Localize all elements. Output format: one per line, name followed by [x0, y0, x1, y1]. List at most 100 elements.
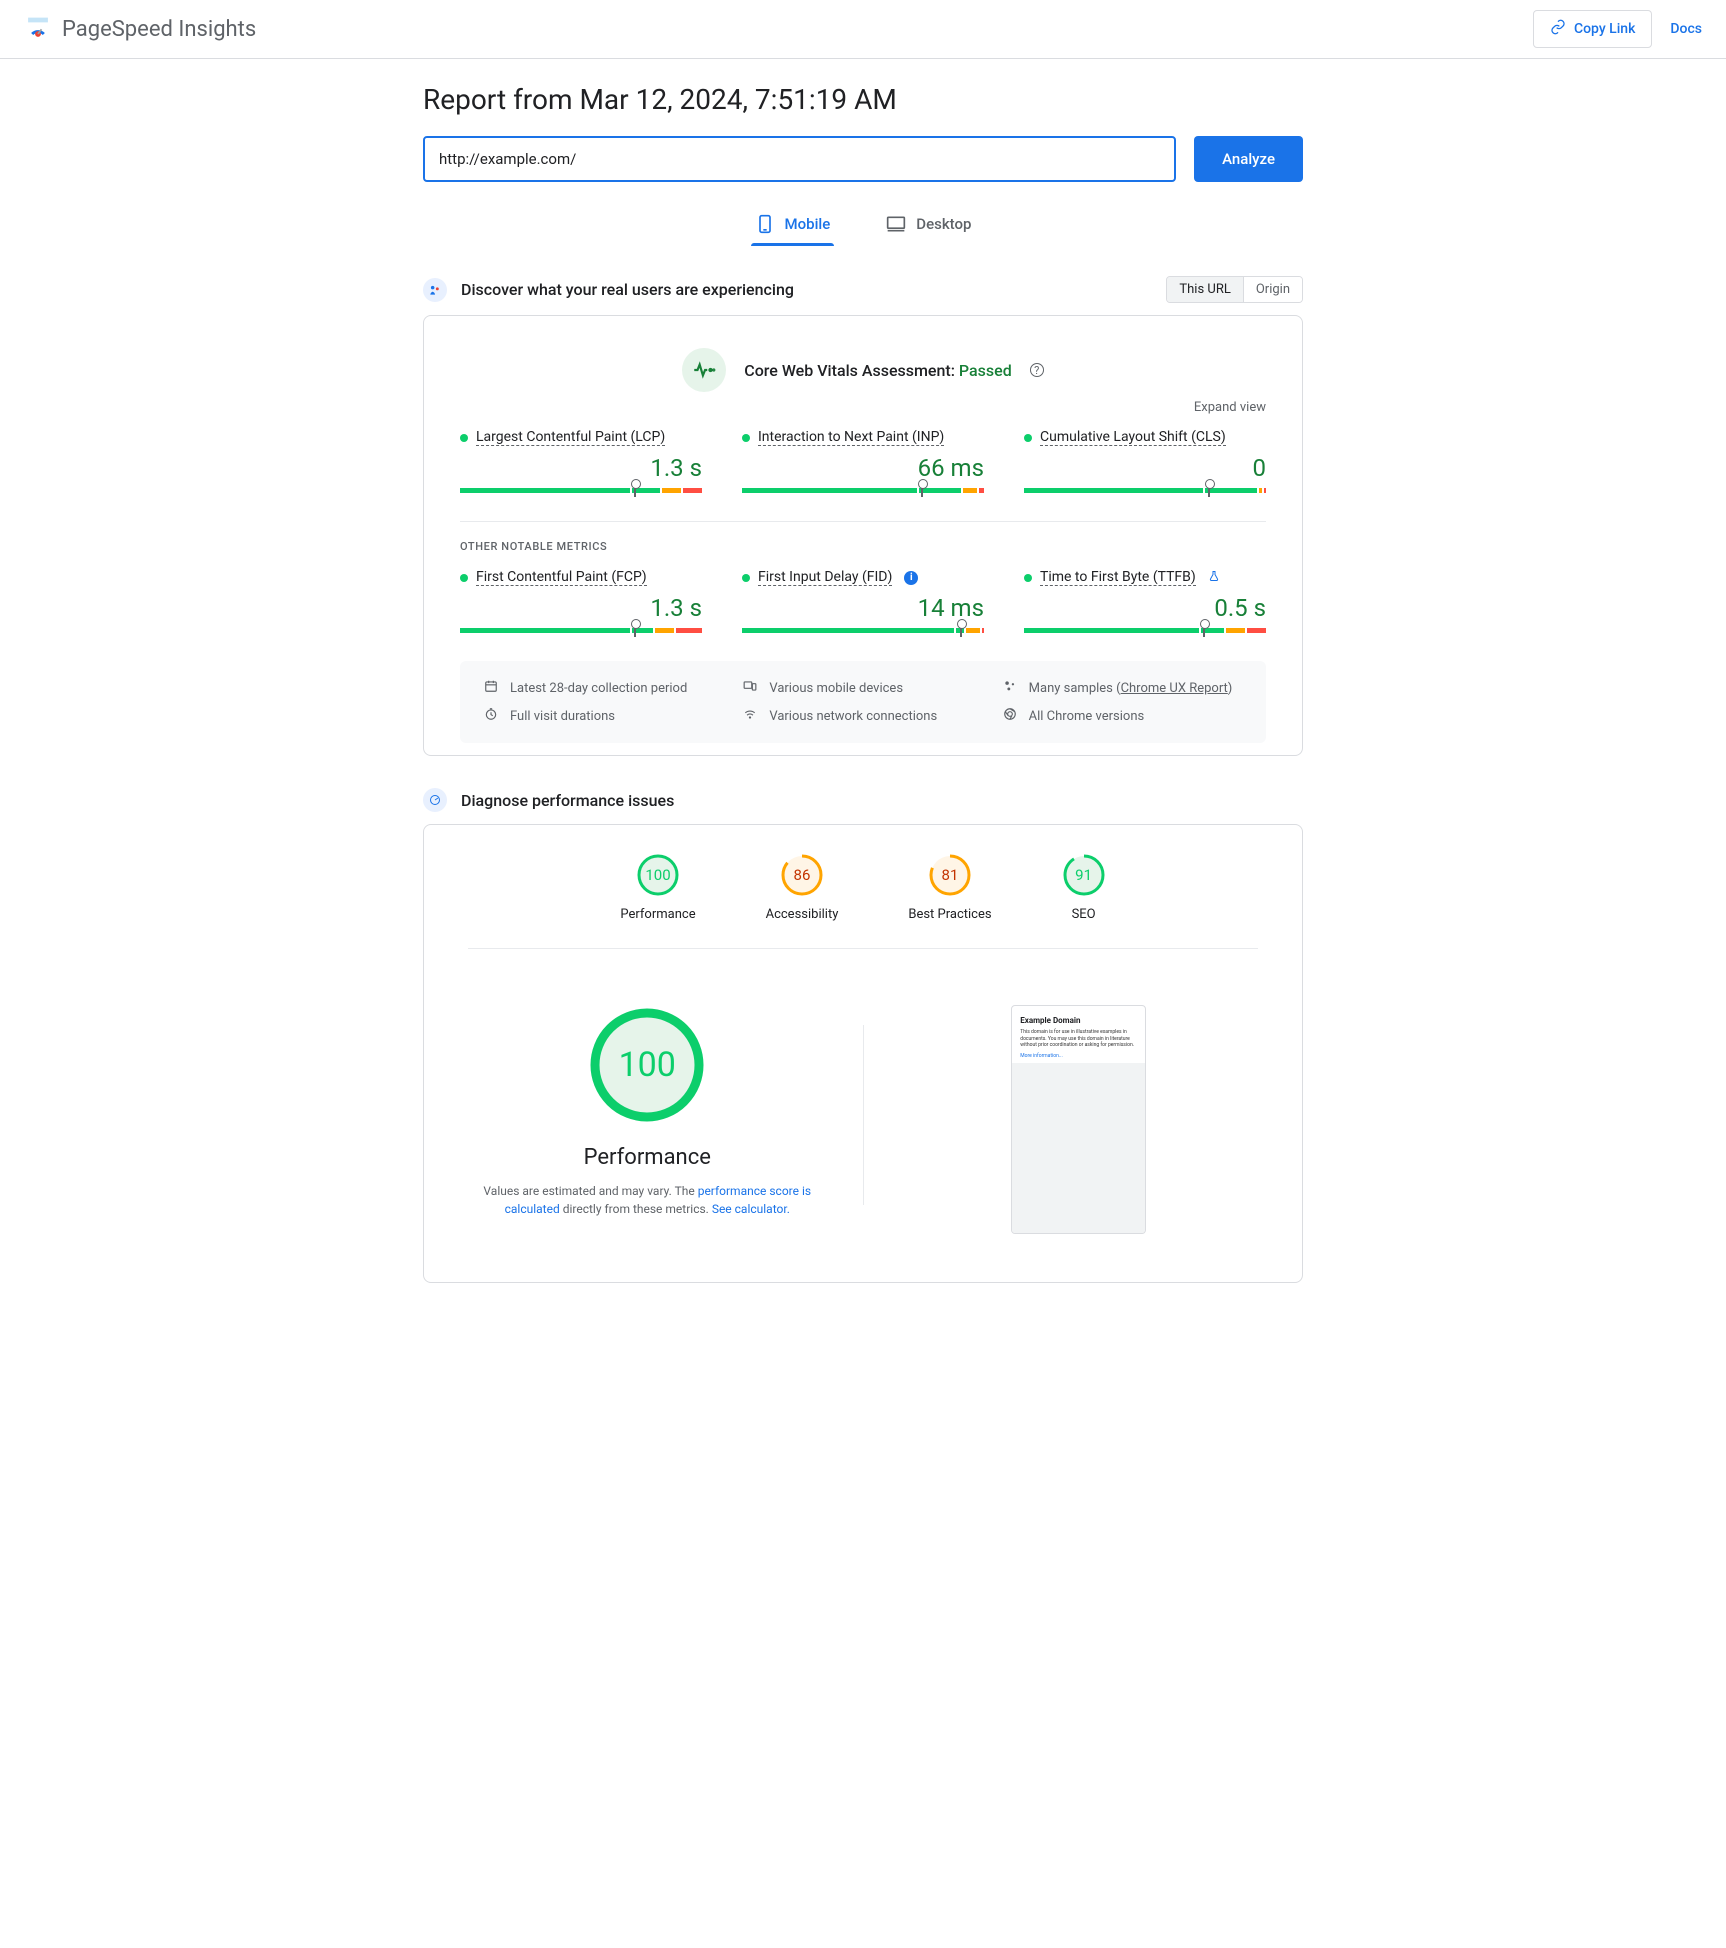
expand-view-link[interactable]: Expand view: [460, 400, 1266, 415]
page-preview: Example Domain This domain is for use in…: [1011, 1005, 1146, 1234]
metric-name[interactable]: Time to First Byte (TTFB): [1040, 569, 1196, 586]
cwv-header: Core Web Vitals Assessment: Passed ?: [460, 348, 1266, 392]
docs-link[interactable]: Docs: [1670, 21, 1702, 37]
users-icon: [423, 278, 447, 302]
metric-value: 1.3 s: [460, 454, 702, 482]
metric-name[interactable]: Largest Contentful Paint (LCP): [476, 429, 665, 446]
metric-item: First Input Delay (FID) i 14 ms: [742, 569, 984, 633]
metric-bar: [742, 628, 984, 633]
gauge-seo[interactable]: 91 SEO: [1062, 853, 1106, 922]
main-container: Report from Mar 12, 2024, 7:51:19 AM Ana…: [383, 59, 1343, 1307]
diagnose-title: Diagnose performance issues: [461, 791, 674, 810]
flask-icon[interactable]: [1208, 570, 1220, 586]
metric-item: First Contentful Paint (FCP) 1.3 s: [460, 569, 702, 633]
toggle-origin[interactable]: Origin: [1244, 277, 1302, 302]
metric-name[interactable]: Interaction to Next Paint (INP): [758, 429, 944, 446]
tab-mobile[interactable]: Mobile: [751, 206, 835, 244]
metric-value: 1.3 s: [460, 594, 702, 622]
metric-bar: [460, 488, 702, 493]
diagnose-header: Diagnose performance issues: [423, 788, 1303, 812]
copy-link-label: Copy Link: [1574, 21, 1635, 37]
gauge-performance[interactable]: 100 Performance: [620, 853, 695, 922]
device-tabs: Mobile Desktop: [423, 206, 1303, 244]
cwv-status: Passed: [959, 361, 1012, 380]
metric-item: Interaction to Next Paint (INP) 66 ms: [742, 429, 984, 493]
big-gauge-score: 100: [587, 1005, 707, 1125]
crux-link[interactable]: Chrome UX Report: [1121, 681, 1228, 696]
analyze-button[interactable]: Analyze: [1194, 136, 1303, 182]
metric-value: 0: [1024, 454, 1266, 482]
diagnose-icon: [423, 788, 447, 812]
url-input[interactable]: [423, 136, 1176, 182]
status-dot: [742, 574, 750, 582]
url-row: Analyze: [423, 136, 1303, 182]
metric-name[interactable]: Cumulative Layout Shift (CLS): [1040, 429, 1226, 446]
footer-period: Latest 28-day collection period: [510, 681, 687, 696]
desktop-tab-label: Desktop: [916, 215, 971, 233]
footer-samples: Many samples (Chrome UX Report): [1029, 681, 1233, 696]
metric-bar: [1024, 488, 1266, 493]
metric-name[interactable]: First Contentful Paint (FCP): [476, 569, 647, 586]
gauge-label: SEO: [1062, 907, 1106, 922]
metric-item: Largest Contentful Paint (LCP) 1.3 s: [460, 429, 702, 493]
gauge-accessibility[interactable]: 86 Accessibility: [766, 853, 839, 922]
metric-bar: [742, 488, 984, 493]
toggle-this-url[interactable]: This URL: [1167, 277, 1243, 302]
gauge-row: 100 Performance 86 Accessibility 81 Best…: [468, 853, 1258, 949]
big-gauge-label: Performance: [432, 1145, 863, 1170]
report-title: Report from Mar 12, 2024, 7:51:19 AM: [423, 83, 1303, 116]
diagnose-card: 100 Performance 86 Accessibility 81 Best…: [423, 824, 1303, 1283]
preview-text: This domain is for use in illustrative e…: [1020, 1029, 1137, 1049]
link-icon: [1550, 19, 1566, 39]
preview-more: More information...: [1020, 1053, 1137, 1059]
discover-title: Discover what your real users are experi…: [461, 280, 794, 299]
help-icon[interactable]: ?: [1030, 363, 1044, 377]
performance-detail: 100 Performance Values are estimated and…: [432, 985, 1294, 1254]
divider: [460, 521, 1266, 522]
vitals-pulse-icon: [682, 348, 726, 392]
status-dot: [742, 434, 750, 442]
header-brand: PageSpeed Insights: [24, 13, 256, 45]
gauge-label: Accessibility: [766, 907, 839, 922]
metric-bar: [1024, 628, 1266, 633]
other-metrics-label: OTHER NOTABLE METRICS: [460, 540, 1266, 553]
vitals-card: Core Web Vitals Assessment: Passed ? Exp…: [423, 315, 1303, 756]
other-metrics-grid: First Contentful Paint (FCP) 1.3 s First…: [460, 569, 1266, 633]
discover-header: Discover what your real users are experi…: [423, 276, 1303, 303]
scope-toggle: This URL Origin: [1166, 276, 1303, 303]
gauge-label: Best Practices: [908, 907, 991, 922]
desktop-icon: [886, 214, 906, 234]
footer-devices: Various mobile devices: [769, 681, 903, 696]
gauge-label: Performance: [620, 907, 695, 922]
metric-item: Time to First Byte (TTFB) 0.5 s: [1024, 569, 1266, 633]
app-header: PageSpeed Insights Copy Link Docs: [0, 0, 1726, 59]
copy-link-button[interactable]: Copy Link: [1533, 10, 1652, 48]
status-dot: [460, 434, 468, 442]
logo-icon: [24, 13, 52, 45]
tab-desktop[interactable]: Desktop: [882, 206, 975, 244]
calendar-icon: [484, 679, 500, 697]
performance-big-gauge: 100: [587, 1005, 707, 1125]
status-dot: [1024, 434, 1032, 442]
metric-value: 14 ms: [742, 594, 984, 622]
chrome-icon: [1003, 707, 1019, 725]
status-dot: [1024, 574, 1032, 582]
calculator-link[interactable]: See calculator.: [712, 1202, 790, 1216]
metric-bar: [460, 628, 702, 633]
metric-item: Cumulative Layout Shift (CLS) 0: [1024, 429, 1266, 493]
metric-name[interactable]: First Input Delay (FID): [758, 569, 892, 586]
info-icon[interactable]: i: [904, 571, 918, 585]
vitals-grid: Largest Contentful Paint (LCP) 1.3 s Int…: [460, 429, 1266, 493]
cwv-prefix: Core Web Vitals Assessment:: [744, 361, 959, 380]
logo-text: PageSpeed Insights: [62, 17, 256, 42]
clock-icon: [484, 707, 500, 725]
devices-icon: [743, 679, 759, 697]
cwv-title: Core Web Vitals Assessment: Passed: [744, 361, 1011, 380]
footer-connections: Various network connections: [769, 709, 937, 724]
preview-body: [1012, 1063, 1145, 1233]
samples-icon: [1003, 679, 1019, 697]
footer-durations: Full visit durations: [510, 709, 615, 724]
network-icon: [743, 707, 759, 725]
gauge-best practices[interactable]: 81 Best Practices: [908, 853, 991, 922]
preview-title: Example Domain: [1020, 1016, 1137, 1025]
